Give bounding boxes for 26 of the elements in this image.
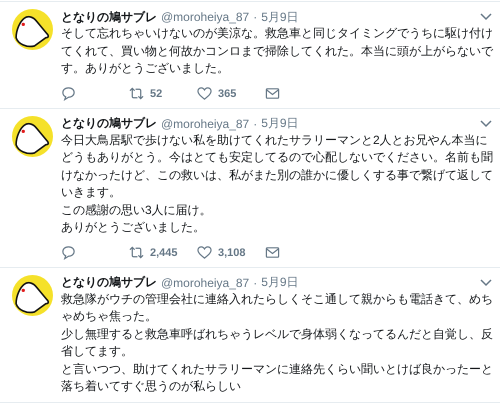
retweet-count: 2,445 (150, 246, 178, 258)
separator-dot: · (253, 116, 258, 130)
tweet-date[interactable]: 5月9日 (261, 274, 299, 291)
tweet-text: と言いつつ、助けてくれたサラリーマンに連絡先くらい聞いとけば良かったーと落ち着いてすぐ思うのが私らしい (61, 360, 493, 395)
tweet-text: 少し無理すると救急車呼ばれちゃうレベルで身体弱くなってるんだと自覚し、反省してます。 (61, 326, 493, 360)
user-name[interactable]: となりの鳩サブレ (61, 274, 157, 291)
tweet-text: ありがとうございました。 (61, 219, 206, 236)
tweet-date[interactable]: 5月9日 (261, 115, 299, 132)
user-handle: @moroheiya_87 (161, 116, 250, 130)
tweet-card[interactable]: となりの鳩サブレ @moroheiya_87 · 5月9日 そして忘れちゃいけないのが美涼な。救急車と同じタイミングでうちに駆け付けてくれて、買い物と何故かコンロまで掃除してくれた。本当に頭が上がらないです。ありがとうございました。 52 365 (0, 2, 500, 108)
user-handle: @moroheiya_87 (161, 10, 250, 24)
separator-dot: · (253, 276, 258, 290)
like-count: 3,108 (218, 246, 246, 258)
like-count: 365 (218, 88, 236, 100)
tweet-date[interactable]: 5月9日 (261, 8, 299, 26)
tweet-text: 救急隊がウチの管理会社に連絡入れたらしくそこ通して親からも電話きて、めちゃめちゃ焦った。 (61, 290, 493, 325)
user-handle: @moroheiya_87 (161, 276, 250, 290)
tweet-text: 今日大鳥居駅で歩けない私を助けてくれたサラリーマンと2人とお兄やん本当にどうもありがとう。今はとても安定してるので心配しないでください。名前も聞けなかったけど、この救いは、私がまた別の誰かに優しくする事で繋げて返していきます。 (61, 132, 493, 201)
user-name[interactable]: となりの鳩サブレ (61, 115, 157, 132)
tweet-text: この感謝の思い3人に届け。 (61, 202, 213, 218)
tweet-card[interactable]: となりの鳩サブレ @moroheiya_87 · 5月9日 救急隊がウチの管理会社に連絡入れたらしくそこ通して親からも電話きて、めちゃめちゃ焦った。 少し無理すると救急車呼ばれちゃうレベルで身体弱くなってるんだと自覚し、反省してます。 と言いつつ、助けてくれたサラリーマンに連絡先くらい聞いとけば良かったーと落ち着いてすぐ思うのが私らしい (0, 268, 500, 402)
retweet-count: 52 (150, 88, 162, 100)
user-name[interactable]: となりの鳩サブレ (61, 8, 157, 26)
separator-dot: · (253, 10, 258, 24)
tweet-text: そして忘れちゃいけないのが美涼な。救急車と同じタイミングでうちに駆け付けてくれて、買い物と何故かコンロまで掃除してくれた。本当に頭が上がらないです。ありがとうございました。 (61, 25, 493, 77)
tweet-card[interactable]: となりの鳩サブレ @moroheiya_87 · 5月9日 今日大鳥居駅で歩けない私を助けてくれたサラリーマンと2人とお兄やん本当にどうもありがとう。今はとても安定してるので心配しないでください。名前も聞けなかったけど、この救いは、私がまた別の誰かに優しくする事で繋げて返していきます。 この感謝の思い3人に届け。 ありがとうございました。 2,445 3,108 (0, 108, 500, 268)
